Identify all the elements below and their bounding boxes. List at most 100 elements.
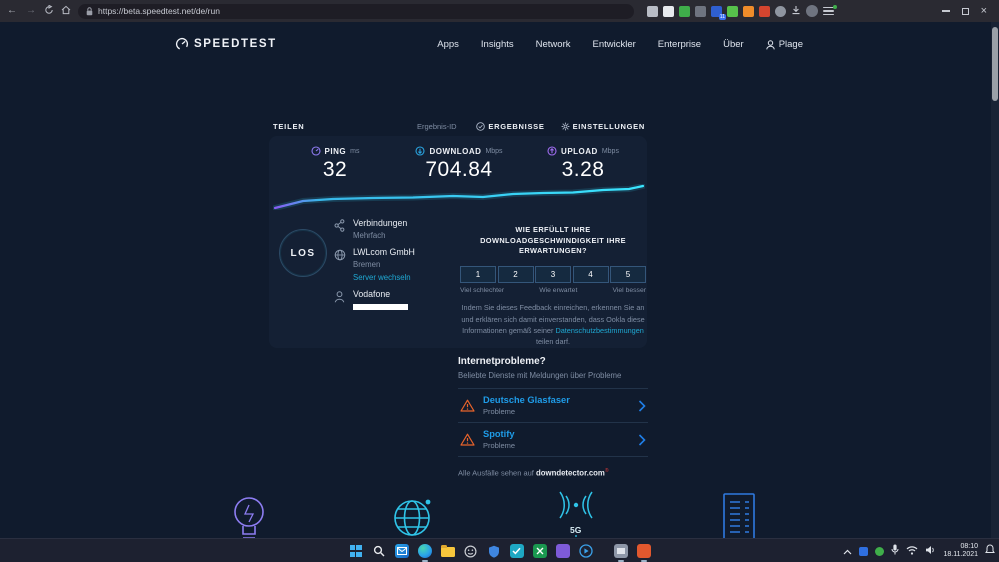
notification-bell-icon[interactable] xyxy=(985,542,995,560)
tray-app-icon[interactable] xyxy=(859,546,869,556)
rating-title-line: ERWARTUNGEN? xyxy=(519,246,587,256)
result-id-label: Ergebnis-ID xyxy=(417,122,457,131)
open-app-paint-icon[interactable] xyxy=(636,543,652,562)
download-value: 704.84 xyxy=(425,158,493,181)
extension-icon[interactable] xyxy=(663,5,674,17)
downloads-icon[interactable] xyxy=(791,2,801,20)
connections-row[interactable]: Verbindungen Mehrfach xyxy=(334,218,456,240)
excel-icon[interactable] xyxy=(532,543,548,559)
ping-metric: PING ms 32 xyxy=(273,146,397,182)
address-bar[interactable]: https://beta.speedtest.net/de/run xyxy=(78,3,634,19)
settings-button[interactable]: EINSTELLUNGEN xyxy=(561,122,645,131)
forward-icon[interactable]: → xyxy=(25,0,37,22)
privacy-policy-link[interactable]: Datenschutzbestimmungen xyxy=(555,326,643,335)
open-app-window-icon[interactable] xyxy=(613,543,629,562)
nav-ueber[interactable]: Über xyxy=(723,39,744,50)
minimize-button[interactable] xyxy=(941,10,950,12)
extension-icon[interactable] xyxy=(775,5,786,17)
results-label: ERGEBNISSE xyxy=(488,122,545,131)
gauge-icon xyxy=(175,37,189,51)
isp-name: LWLcom GmbH xyxy=(353,247,415,257)
download-unit: Mbps xyxy=(485,147,503,155)
downdetector-link[interactable]: downdetector.com xyxy=(536,469,605,478)
rating-title-line: WIE ERFÜLLT IHRE xyxy=(515,225,591,234)
share-button[interactable]: TEILEN xyxy=(273,122,304,131)
logo-text: SPEEDTEST xyxy=(194,38,277,50)
extension-icon[interactable] xyxy=(759,5,770,17)
downdetector-footer[interactable]: Alle Ausfälle sehen auf downdetector.com… xyxy=(458,468,648,478)
search-icon[interactable] xyxy=(371,543,387,559)
tray-app-icon[interactable] xyxy=(875,546,885,556)
edge-icon[interactable] xyxy=(417,543,433,562)
connections-label: Verbindungen xyxy=(353,218,408,228)
nav-entwickler[interactable]: Entwickler xyxy=(592,39,635,50)
back-icon[interactable]: ← xyxy=(6,0,18,22)
extension-icon[interactable] xyxy=(743,5,754,17)
results-button[interactable]: ERGEBNISSE xyxy=(476,122,544,131)
volume-icon[interactable] xyxy=(925,542,936,560)
rating-button-1[interactable]: 1 xyxy=(460,266,496,284)
security-shield-icon[interactable] xyxy=(486,543,502,559)
extension-icon[interactable] xyxy=(679,5,690,17)
nav-enterprise[interactable]: Enterprise xyxy=(658,39,701,50)
nav-insights[interactable]: Insights xyxy=(481,39,514,50)
profile-icon[interactable] xyxy=(806,5,818,17)
rating-button-2[interactable]: 2 xyxy=(497,266,534,284)
building-icon xyxy=(710,488,768,538)
rating-button-3[interactable]: 3 xyxy=(535,266,571,284)
service-name: Deutsche Glasfaser xyxy=(483,395,570,405)
file-explorer-icon[interactable] xyxy=(440,543,456,559)
lightbulb-icon xyxy=(220,488,278,538)
home-icon[interactable] xyxy=(61,2,71,20)
menu-icon[interactable] xyxy=(823,4,837,16)
nav-network[interactable]: Network xyxy=(536,39,571,50)
ping-value: 32 xyxy=(322,158,348,181)
go-button[interactable]: LOS xyxy=(279,229,327,277)
person-icon xyxy=(334,289,346,310)
maximize-button[interactable] xyxy=(961,7,969,15)
refresh-icon[interactable] xyxy=(44,2,54,20)
store-icon[interactable] xyxy=(555,543,571,559)
extension-icon[interactable] xyxy=(695,5,706,17)
tray-expand-icon[interactable] xyxy=(843,542,852,560)
settings-label: EINSTELLUNGEN xyxy=(572,122,645,131)
feedback-smiley-icon[interactable] xyxy=(463,543,479,559)
account-menu[interactable]: Plage xyxy=(765,39,803,50)
site-header: SPEEDTEST Apps Insights Network Entwickl… xyxy=(0,30,999,66)
extension-icon[interactable] xyxy=(647,5,658,17)
nav-apps[interactable]: Apps xyxy=(437,39,459,50)
microphone-icon[interactable] xyxy=(891,542,899,560)
redacted-bar xyxy=(353,304,408,310)
wifi-icon[interactable] xyxy=(906,542,918,560)
decorative-icon-row: 5G xyxy=(220,488,768,538)
service-row-spotify[interactable]: Spotify Probleme xyxy=(458,422,648,457)
upload-icon xyxy=(547,146,557,156)
lock-icon xyxy=(86,6,93,15)
rating-scale: 1 2 3 4 5 xyxy=(460,266,646,284)
globe-icon xyxy=(334,247,346,282)
service-row-deutsche-glasfaser[interactable]: Deutsche Glasfaser Probleme xyxy=(458,388,648,422)
close-button[interactable]: × xyxy=(981,6,987,17)
taskbar-icons xyxy=(348,539,652,562)
main-nav: Apps Insights Network Entwickler Enterpr… xyxy=(437,39,803,50)
rating-button-4[interactable]: 4 xyxy=(572,266,609,284)
media-player-icon[interactable] xyxy=(578,543,594,559)
todo-check-icon[interactable] xyxy=(509,543,525,559)
update-dot xyxy=(833,4,837,9)
screen: ← → https://beta.speedtest.net/de/run 11 xyxy=(0,0,999,562)
provider-name: Vodafone xyxy=(353,289,391,299)
speedtest-logo[interactable]: SPEEDTEST xyxy=(175,37,277,51)
upload-unit: Mbps xyxy=(601,147,619,155)
change-server-link[interactable]: Server wechseln xyxy=(353,273,415,282)
windows-update-extension-icon[interactable]: 11 xyxy=(711,5,726,20)
warning-icon xyxy=(460,433,475,446)
mail-icon[interactable] xyxy=(394,543,410,559)
rating-button-5[interactable]: 5 xyxy=(610,266,646,284)
gear-icon xyxy=(561,122,569,131)
scrollbar-track[interactable] xyxy=(991,22,999,538)
provider-row: Vodafone xyxy=(334,289,456,310)
extension-icon[interactable] xyxy=(727,5,738,17)
taskbar-clock[interactable]: 08:10 18.11.2021 xyxy=(943,543,978,560)
scrollbar-thumb[interactable] xyxy=(992,27,998,101)
start-button[interactable] xyxy=(348,543,364,559)
